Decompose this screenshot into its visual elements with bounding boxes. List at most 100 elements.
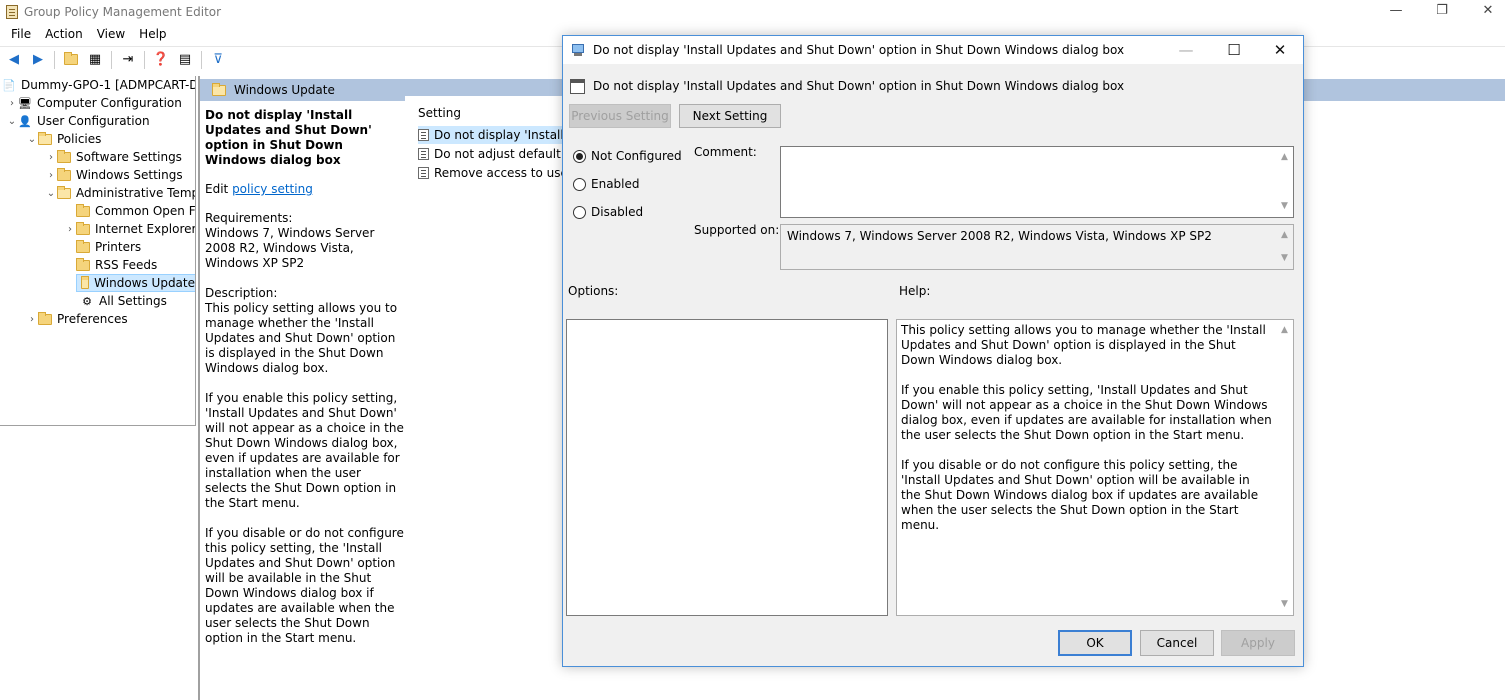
forward-icon[interactable]: ▶: [28, 50, 48, 70]
tree-item-internet-explorer[interactable]: › Internet Explorer: [64, 220, 196, 238]
folder-icon: [76, 203, 90, 217]
tree-item-rss-feeds[interactable]: RSS Feeds: [64, 256, 157, 274]
tree-item-gpo-root[interactable]: 📄 Dummy-GPO-1 [ADMPCART-D: [2, 76, 196, 94]
close-button[interactable]: ✕: [1465, 0, 1505, 24]
policy-setting-link[interactable]: policy setting: [232, 182, 313, 196]
tree-label: Policies: [57, 132, 102, 146]
folder-icon: [81, 275, 90, 289]
dialog-header: Do not display 'Install Updates and Shut…: [593, 79, 1125, 93]
tree-item-common-open-file[interactable]: Common Open F: [64, 202, 195, 220]
tree-item-user-configuration[interactable]: ⌄ 👤 User Configuration: [6, 112, 150, 130]
menu-view[interactable]: View: [90, 27, 132, 41]
chevron-right-icon[interactable]: ›: [26, 314, 38, 325]
scroll-up-icon[interactable]: ▲: [1276, 149, 1293, 166]
tree-item-policies[interactable]: ⌄ Policies: [26, 130, 101, 148]
chevron-right-icon[interactable]: ›: [45, 170, 57, 181]
show-hide-tree-icon[interactable]: ▦: [85, 50, 105, 70]
chevron-right-icon[interactable]: ›: [45, 152, 57, 163]
tree-item-printers[interactable]: Printers: [64, 238, 141, 256]
tree-label: Internet Explorer: [95, 222, 196, 236]
filter-icon[interactable]: ⊽: [208, 50, 228, 70]
chevron-right-icon[interactable]: ›: [6, 98, 18, 109]
dialog-close-button[interactable]: ✕: [1257, 36, 1303, 64]
all-settings-icon: ⚙: [82, 294, 92, 308]
scroll-up-icon[interactable]: ▲: [1276, 227, 1293, 244]
gpo-icon: 📄: [2, 78, 16, 92]
chevron-down-icon[interactable]: ⌄: [6, 116, 18, 127]
tree-item-software-settings[interactable]: › Software Settings: [45, 148, 182, 166]
scroll-up-icon[interactable]: ▲: [1276, 322, 1293, 339]
setting-row[interactable]: Do not adjust default op: [418, 145, 565, 163]
tree-label: Dummy-GPO-1 [ADMPCART-D: [21, 78, 196, 92]
scroll-down-icon[interactable]: ▼: [1276, 250, 1293, 267]
comment-scrollbar[interactable]: ▲ ▼: [1276, 147, 1293, 217]
console-tree: 📄 Dummy-GPO-1 [ADMPCART-D › 🖥 Computer C…: [0, 76, 196, 426]
menu-action[interactable]: Action: [38, 27, 90, 41]
dialog-minimize-button: —: [1178, 41, 1194, 59]
app-title: Group Policy Management Editor: [24, 5, 222, 19]
export-list-icon[interactable]: ⇥: [118, 50, 138, 70]
help-label: Help:: [899, 284, 931, 298]
up-folder-icon[interactable]: [61, 50, 81, 70]
tree-label: Printers: [95, 240, 142, 254]
radio-disabled[interactable]: Disabled: [573, 205, 643, 219]
scroll-down-icon[interactable]: ▼: [1276, 596, 1293, 613]
properties-icon[interactable]: ▤: [175, 50, 195, 70]
setting-label: Do not display 'Install Up: [434, 128, 565, 142]
tree-item-all-settings[interactable]: ⚙ All Settings: [76, 292, 167, 310]
apply-button[interactable]: Apply: [1221, 630, 1295, 656]
settings-list: Setting Do not display 'Install Up Do no…: [405, 96, 565, 296]
folder-icon: [57, 167, 71, 181]
menu-help[interactable]: Help: [132, 27, 173, 41]
edit-prefix: Edit: [205, 182, 233, 196]
policy-icon: [570, 79, 585, 94]
previous-setting-button[interactable]: Previous Setting: [569, 104, 671, 128]
folder-icon: [57, 149, 71, 163]
restore-button[interactable]: ❐: [1419, 0, 1465, 24]
cancel-button[interactable]: Cancel: [1140, 630, 1214, 656]
pane-divider[interactable]: [198, 76, 200, 700]
next-setting-button[interactable]: Next Setting: [679, 104, 781, 128]
chevron-down-icon[interactable]: ⌄: [45, 188, 57, 199]
policy-setting-icon: [418, 129, 429, 141]
back-icon[interactable]: ◀: [4, 50, 24, 70]
radio-not-configured[interactable]: Not Configured: [573, 149, 682, 163]
supported-on-field: Windows 7, Windows Server 2008 R2, Windo…: [780, 224, 1294, 270]
menu-file[interactable]: File: [4, 27, 38, 41]
ok-button[interactable]: OK: [1058, 630, 1132, 656]
section-title: Windows Update: [234, 83, 335, 97]
supported-scrollbar[interactable]: ▲ ▼: [1276, 225, 1293, 269]
help-scrollbar[interactable]: ▲ ▼: [1276, 320, 1293, 615]
edit-line: Edit policy setting: [205, 182, 405, 197]
folder-icon: [38, 311, 52, 325]
tree-label: User Configuration: [37, 114, 150, 128]
chevron-right-icon[interactable]: ›: [64, 224, 76, 235]
help-panel: This policy setting allows you to manage…: [896, 319, 1294, 616]
radio-label: Not Configured: [591, 149, 682, 163]
tree-item-windows-update[interactable]: Windows Update: [76, 274, 195, 292]
setting-column-header[interactable]: Setting: [418, 106, 461, 120]
policy-title: Do not display 'Install Updates and Shut…: [205, 108, 372, 167]
tree-item-preferences[interactable]: › Preferences: [26, 310, 128, 328]
radio-selected-icon: [573, 149, 586, 163]
main-titlebar: Group Policy Management Editor — ❐ ✕: [0, 0, 1505, 24]
tree-label: All Settings: [99, 294, 167, 308]
tree-item-computer-configuration[interactable]: › 🖥 Computer Configuration: [6, 94, 182, 112]
minimize-button[interactable]: —: [1373, 0, 1419, 24]
radio-enabled[interactable]: Enabled: [573, 177, 640, 191]
comment-textarea[interactable]: ▲ ▼: [780, 146, 1294, 218]
setting-row[interactable]: Remove access to use al: [418, 164, 565, 182]
disable-text: If you disable or do not configure this …: [205, 526, 408, 645]
tree-item-windows-settings[interactable]: › Windows Settings: [45, 166, 183, 184]
dialog-titlebar: Do not display 'Install Updates and Shut…: [563, 36, 1303, 64]
setting-row[interactable]: Do not display 'Install Up: [418, 126, 565, 144]
description-text: Description: This policy setting allows …: [205, 286, 398, 375]
tree-item-administrative-templates[interactable]: ⌄ Administrative Temp: [45, 184, 195, 202]
requirements-text: Requirements: Windows 7, Windows Server …: [205, 211, 375, 270]
dialog-maximize-button[interactable]: ☐: [1211, 36, 1257, 64]
help-icon[interactable]: ❓: [151, 50, 171, 70]
options-label: Options:: [568, 284, 619, 298]
scroll-down-icon[interactable]: ▼: [1276, 198, 1293, 215]
chevron-down-icon[interactable]: ⌄: [26, 134, 38, 145]
tree-label: RSS Feeds: [95, 258, 158, 272]
